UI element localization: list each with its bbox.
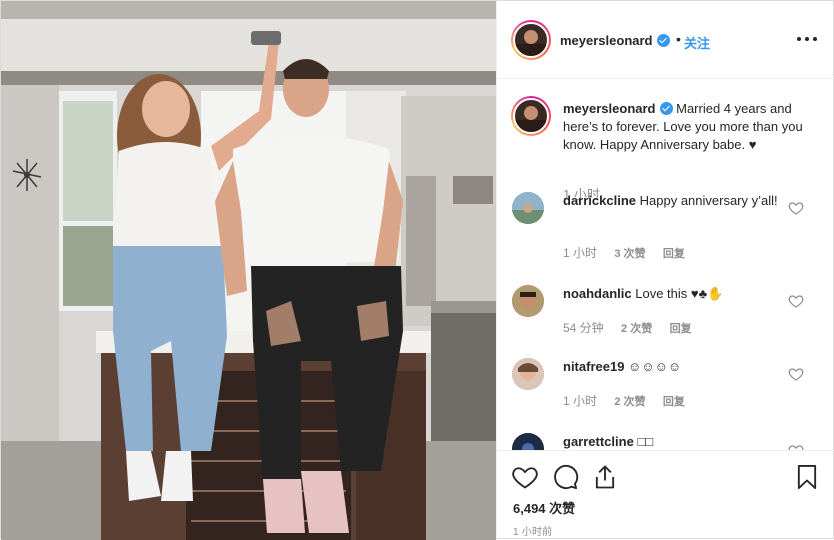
heart-icon[interactable] xyxy=(511,463,539,491)
commenter-avatar[interactable] xyxy=(512,433,544,450)
comment-time[interactable]: 1 小时 xyxy=(563,246,597,260)
heart-icon[interactable] xyxy=(788,443,804,450)
share-icon[interactable] xyxy=(591,463,619,491)
comment-meta: 1 小时 2 次赞 回复 xyxy=(563,392,699,409)
commenter-username[interactable]: garrettcline xyxy=(563,434,634,449)
separator-dot: • xyxy=(676,31,681,47)
reply-button[interactable]: 回复 xyxy=(663,248,685,260)
commenter-avatar[interactable] xyxy=(512,358,544,390)
post-sidebar: meyersleonard • 关注 meyersleonard Married… xyxy=(496,1,834,540)
author-username[interactable]: meyersleonard xyxy=(560,33,653,48)
comment-meta: 1 小时 3 次赞 回复 xyxy=(563,244,699,261)
comment-text: □□ xyxy=(637,434,654,449)
more-options-icon[interactable] xyxy=(797,29,817,49)
comment-item: darrickcline Happy anniversary y’all! 1 … xyxy=(511,192,821,272)
reply-button[interactable]: 回复 xyxy=(670,323,692,335)
commenter-avatar[interactable] xyxy=(512,192,544,224)
comment-time[interactable]: 54 分钟 xyxy=(563,321,604,335)
author-avatar[interactable] xyxy=(511,20,551,60)
post-timestamp[interactable]: 1 小时前 xyxy=(513,523,552,538)
caption-avatar[interactable] xyxy=(511,96,551,136)
commenter-avatar[interactable] xyxy=(512,285,544,317)
likes-count[interactable]: 6,494 次赞 xyxy=(513,498,575,517)
heart-icon[interactable] xyxy=(788,200,804,216)
post-actions: 6,494 次赞 1 小时前 xyxy=(497,450,834,540)
caption-username[interactable]: meyersleonard xyxy=(563,101,656,116)
caption-text: meyersleonard Married 4 years and here’s… xyxy=(563,100,823,154)
comment-text: Love this ♥♣✋ xyxy=(635,286,724,301)
post-photo[interactable] xyxy=(1,1,496,540)
heart-icon[interactable] xyxy=(788,366,804,382)
comment-item: noahdanlic Love this ♥♣✋ 54 分钟 2 次赞 回复 xyxy=(511,285,821,365)
post-photo-illustration xyxy=(1,1,496,540)
comment-likes[interactable]: 3 次赞 xyxy=(614,248,645,260)
comments-list[interactable]: meyersleonard Married 4 years and here’s… xyxy=(497,80,834,450)
comment-icon[interactable] xyxy=(551,463,579,491)
commenter-username[interactable]: nitafree19 xyxy=(563,359,624,374)
comment-item: nitafree19 ☺☺☺☺ 1 小时 2 次赞 回复 xyxy=(511,358,821,438)
comment-likes[interactable]: 2 次赞 xyxy=(621,323,652,335)
verified-badge-icon xyxy=(657,34,670,47)
reply-button[interactable]: 回复 xyxy=(663,396,685,408)
comment-time[interactable]: 1 小时 xyxy=(563,394,597,408)
follow-button[interactable]: 关注 xyxy=(684,33,710,52)
instagram-post: meyersleonard • 关注 meyersleonard Married… xyxy=(0,0,834,540)
bookmark-icon[interactable] xyxy=(793,463,821,491)
commenter-username[interactable]: noahdanlic xyxy=(563,286,632,301)
post-header: meyersleonard • 关注 xyxy=(497,1,834,79)
commenter-username[interactable]: darrickcline xyxy=(563,193,636,208)
heart-icon[interactable] xyxy=(788,293,804,309)
verified-badge-icon xyxy=(659,102,673,115)
comment-text: ☺☺☺☺ xyxy=(628,359,682,374)
comment-item: garrettcline □□ xyxy=(511,433,821,450)
comment-text: Happy anniversary y’all! xyxy=(639,193,778,208)
comment-meta: 54 分钟 2 次赞 回复 xyxy=(563,319,706,336)
comment-likes[interactable]: 2 次赞 xyxy=(614,396,645,408)
